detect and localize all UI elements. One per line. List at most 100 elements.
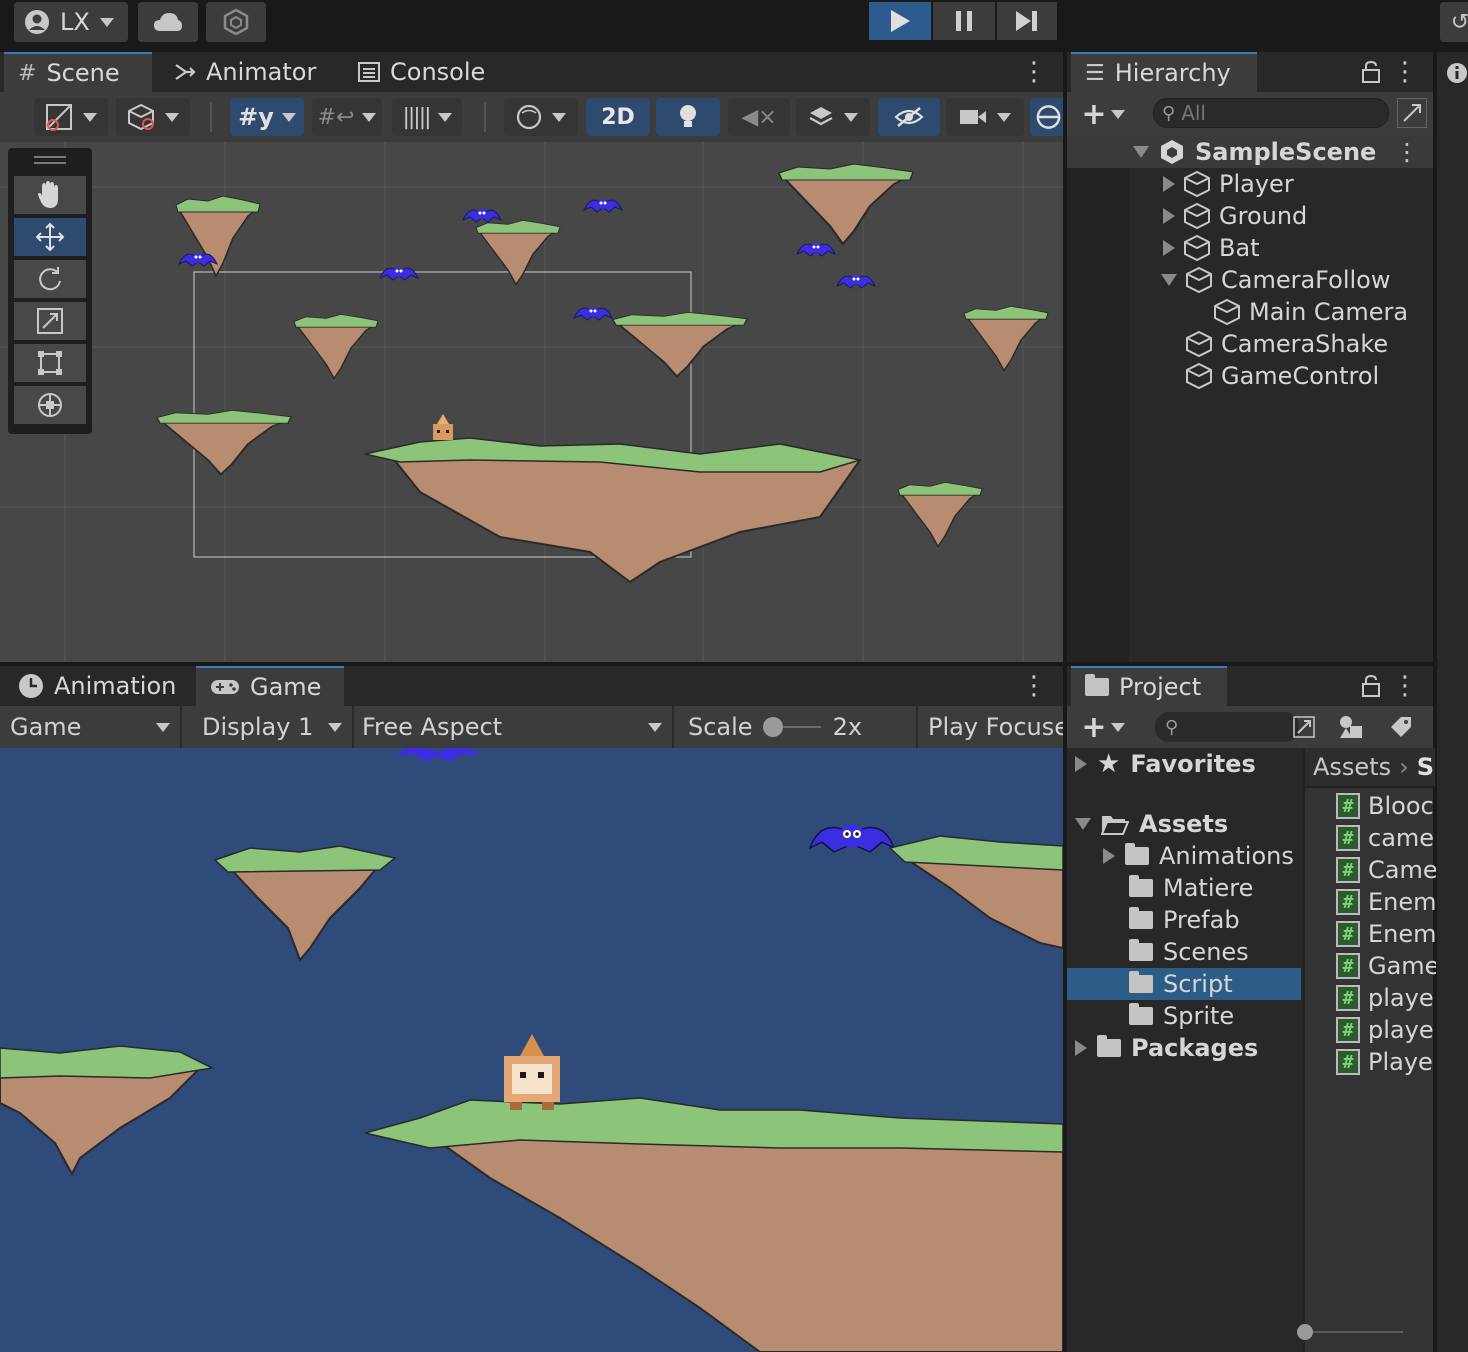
expand-arrow-icon[interactable] xyxy=(1075,1040,1087,1056)
draw-mode-dropdown[interactable] xyxy=(34,98,108,136)
asset-item[interactable]: # Enem xyxy=(1336,886,1436,918)
hierarchy-menu-icon[interactable]: ⋮ xyxy=(1392,56,1418,88)
asset-item[interactable]: # Playe xyxy=(1336,1046,1436,1078)
folder-row[interactable]: Animations xyxy=(1103,840,1294,872)
step-button[interactable] xyxy=(997,2,1057,40)
info-icon[interactable] xyxy=(1445,60,1468,86)
scale-tool-button[interactable] xyxy=(14,302,86,340)
hierarchy-item-label: CameraFollow xyxy=(1221,266,1391,294)
folder-row[interactable]: Matiere xyxy=(1129,872,1253,904)
expand-arrow-icon[interactable] xyxy=(1133,146,1149,158)
scene-viewport[interactable] xyxy=(0,142,1063,662)
collab-button[interactable] xyxy=(206,2,266,42)
scene-row[interactable]: SampleScene ⋮ xyxy=(1067,136,1433,168)
transform-tool-button[interactable] xyxy=(14,386,86,424)
folder-row[interactable]: Scenes xyxy=(1129,936,1249,968)
expand-arrow-icon[interactable] xyxy=(1161,274,1177,286)
hierarchy-item[interactable]: GameControl xyxy=(1185,360,1379,392)
folder-row-selected[interactable]: Script xyxy=(1067,968,1301,1000)
increment-snap-button[interactable]: ||||| xyxy=(392,98,462,136)
tab-animation[interactable]: Animation xyxy=(4,666,190,706)
assets-row[interactable]: Assets xyxy=(1075,808,1228,840)
asset-item[interactable]: # came xyxy=(1336,822,1436,854)
expand-arrow-icon[interactable] xyxy=(1163,240,1175,256)
tab-animator[interactable]: Animator xyxy=(160,52,330,92)
tab-game[interactable]: Game xyxy=(196,666,344,706)
project-search[interactable]: ⚲ xyxy=(1155,712,1299,742)
snap-toggle-button[interactable]: #↩ xyxy=(312,98,382,136)
rotate-tool-button[interactable] xyxy=(14,260,86,298)
asset-slider[interactable] xyxy=(1297,1324,1403,1340)
game-viewport[interactable] xyxy=(0,748,1063,1352)
display-dropdown[interactable]: Display 1 xyxy=(184,706,354,748)
play-focus-dropdown[interactable]: Play Focuse xyxy=(920,706,1063,748)
hierarchy-item[interactable]: CameraFollow xyxy=(1161,264,1390,296)
orientation-dropdown[interactable] xyxy=(504,98,578,136)
scene-menu-icon[interactable]: ⋮ xyxy=(1395,138,1419,166)
favorites-row[interactable]: ★ Favorites xyxy=(1075,748,1256,780)
hidden-objects-toggle-button[interactable] xyxy=(878,98,940,136)
tab-console[interactable]: Console xyxy=(344,52,499,92)
create-asset-button[interactable]: + xyxy=(1075,709,1131,745)
play-button[interactable] xyxy=(869,2,931,40)
scale-slider-thumb[interactable] xyxy=(762,717,783,737)
asset-slider-thumb[interactable] xyxy=(1297,1324,1313,1340)
scale-slider[interactable] xyxy=(762,717,821,737)
breadcrumb-root[interactable]: Assets xyxy=(1313,753,1391,781)
filter-by-type-button[interactable] xyxy=(1331,710,1371,744)
asset-item[interactable]: # Came xyxy=(1336,854,1436,886)
filter-by-label-button[interactable] xyxy=(1381,710,1421,744)
effects-dropdown[interactable] xyxy=(796,98,870,136)
project-menu-icon[interactable]: ⋮ xyxy=(1392,670,1418,702)
hierarchy-search-input[interactable] xyxy=(1181,101,1362,125)
layers-history-button[interactable]: ↺ xyxy=(1440,2,1468,42)
move-tool-button[interactable] xyxy=(14,218,86,256)
aspect-dropdown[interactable]: Free Aspect xyxy=(356,706,674,748)
hierarchy-search[interactable]: ⚲ xyxy=(1153,98,1389,128)
pause-button[interactable] xyxy=(933,2,995,40)
tab-hierarchy[interactable]: ☰ Hierarchy xyxy=(1071,52,1257,92)
lock-icon[interactable] xyxy=(1357,670,1385,702)
audio-toggle-button[interactable]: ◀× xyxy=(728,98,790,136)
game-mode-dropdown[interactable]: Game xyxy=(0,706,182,748)
scene-tools-overlay xyxy=(8,148,92,434)
hand-tool-button[interactable] xyxy=(14,176,86,214)
grid-toggle-button[interactable]: #y xyxy=(230,98,304,136)
folder-row[interactable]: Sprite xyxy=(1129,1000,1234,1032)
cloud-button[interactable] xyxy=(138,2,198,42)
hierarchy-item[interactable]: Main Camera xyxy=(1213,296,1408,328)
lighting-toggle-button[interactable] xyxy=(656,98,720,136)
expand-arrow-icon[interactable] xyxy=(1163,208,1175,224)
camera-dropdown[interactable] xyxy=(946,98,1024,136)
breadcrumb-next[interactable]: S xyxy=(1417,753,1434,781)
tab-project[interactable]: Project xyxy=(1071,666,1227,706)
hierarchy-item[interactable]: Bat xyxy=(1163,232,1260,264)
account-button[interactable]: LX xyxy=(14,2,128,42)
expand-arrow-icon[interactable] xyxy=(1163,176,1175,192)
expand-arrow-icon[interactable] xyxy=(1075,818,1091,830)
shading-dropdown[interactable] xyxy=(116,98,190,136)
gizmos-button[interactable] xyxy=(1030,98,1063,136)
asset-item[interactable]: # playe xyxy=(1336,1014,1436,1046)
expand-arrow-icon[interactable] xyxy=(1075,756,1087,772)
asset-item[interactable]: # playe xyxy=(1336,982,1436,1014)
lock-icon[interactable] xyxy=(1357,56,1385,88)
expand-search-button[interactable] xyxy=(1397,98,1427,128)
hierarchy-item[interactable]: Ground xyxy=(1163,200,1307,232)
hierarchy-item[interactable]: Player xyxy=(1163,168,1294,200)
add-object-button[interactable]: + xyxy=(1075,96,1131,132)
tab-scene[interactable]: # Scene xyxy=(4,52,152,92)
asset-item[interactable]: # Game xyxy=(1336,950,1436,982)
rect-tool-button[interactable] xyxy=(14,344,86,382)
expand-search-button[interactable] xyxy=(1289,712,1319,742)
hierarchy-item[interactable]: CameraShake xyxy=(1185,328,1388,360)
asset-item[interactable]: # Blooc xyxy=(1336,790,1436,822)
game-panel-menu-icon[interactable]: ⋮ xyxy=(1021,670,1047,702)
toggle-2d-button[interactable]: 2D xyxy=(586,98,650,136)
packages-row[interactable]: Packages xyxy=(1075,1032,1258,1064)
folder-row[interactable]: Prefab xyxy=(1129,904,1240,936)
overlay-drag-handle[interactable] xyxy=(8,148,92,172)
asset-item[interactable]: # Enem xyxy=(1336,918,1436,950)
expand-arrow-icon[interactable] xyxy=(1103,848,1115,864)
scene-panel-menu-icon[interactable]: ⋮ xyxy=(1021,56,1047,88)
